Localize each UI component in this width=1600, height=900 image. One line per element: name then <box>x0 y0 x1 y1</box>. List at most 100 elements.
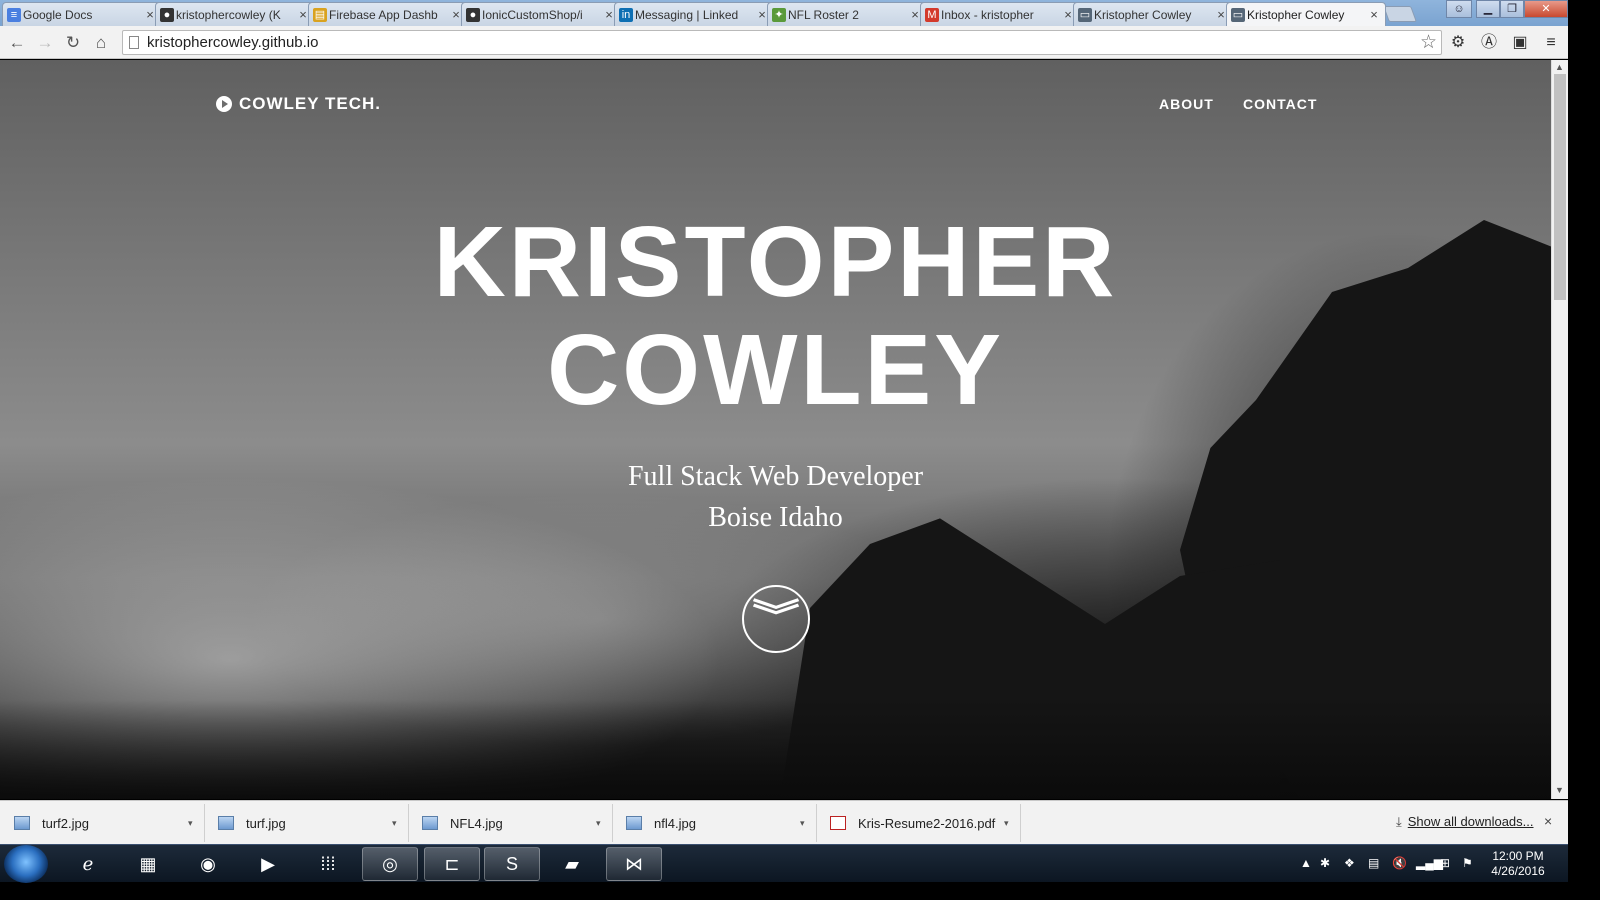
download-filename: nfl4.jpg <box>654 815 696 831</box>
download-menu-caret-icon[interactable]: ▾ <box>188 818 204 829</box>
show-all-downloads-link[interactable]: ⤓ Show all downloads... <box>1396 814 1534 830</box>
angular-extension-icon[interactable]: Ⓐ <box>1478 32 1500 54</box>
windows-flag-icon[interactable]: ⊞ <box>1440 856 1450 870</box>
browser-tab[interactable]: ● kristophercowley (K × <box>155 2 315 26</box>
pdf-file-icon <box>830 816 846 830</box>
puzzle-icon: ✦ <box>772 8 786 22</box>
tab-label: Messaging | Linked <box>635 7 739 22</box>
download-item[interactable]: Kris-Resume2-2016.pdf ▾ <box>818 804 1021 842</box>
forward-button[interactable]: → <box>34 32 56 54</box>
scroll-up-arrow-icon[interactable]: ▲ <box>1555 62 1564 72</box>
address-bar[interactable]: kristophercowley.github.io ☆ <box>122 30 1442 55</box>
image-file-icon <box>218 816 234 830</box>
menu-icon[interactable]: ≡ <box>1540 32 1562 54</box>
hero-name-line2: COWLEY <box>547 314 1004 426</box>
download-item[interactable]: nfl4.jpg ▾ <box>614 804 817 842</box>
media-player-icon[interactable]: ▶ <box>240 847 296 881</box>
firefox-icon[interactable]: ◉ <box>180 847 236 881</box>
download-menu-caret-icon[interactable]: ▾ <box>800 818 816 829</box>
nav-about-link[interactable]: ABOUT <box>1159 96 1214 112</box>
download-shelf: turf2.jpg ▾ turf.jpg ▾ NFL4.jpg ▾ nfl4.jpg ▾ Kri… <box>0 800 1568 844</box>
tab-label: kristophercowley (K <box>176 7 281 22</box>
download-menu-caret-icon[interactable]: ▾ <box>596 818 612 829</box>
scrollbar-thumb[interactable] <box>1554 74 1566 300</box>
file-explorer-icon[interactable]: ▦ <box>120 847 176 881</box>
double-chevron-down-icon: ︾ <box>752 598 800 636</box>
close-download-shelf-icon[interactable]: × <box>1544 813 1552 829</box>
download-item[interactable]: turf.jpg ▾ <box>206 804 409 842</box>
home-button[interactable]: ⌂ <box>90 32 112 54</box>
download-item[interactable]: NFL4.jpg ▾ <box>410 804 613 842</box>
laptop-icon: ▭ <box>1231 8 1245 22</box>
browser-tab[interactable]: ● IonicCustomShop/i × <box>461 2 621 26</box>
page-viewport: COWLEY TECH. ABOUT CONTACT KRISTOPHER CO… <box>0 60 1551 799</box>
visual-studio-code-icon[interactable]: ⋈ <box>606 847 662 881</box>
tab-close-icon[interactable]: × <box>1367 7 1381 22</box>
download-menu-caret-icon[interactable]: ▾ <box>392 818 408 829</box>
show-all-downloads-label: Show all downloads... <box>1407 814 1534 829</box>
site-logo[interactable]: COWLEY TECH. <box>216 94 381 114</box>
download-item[interactable]: turf2.jpg ▾ <box>2 804 205 842</box>
bookmark-star-icon[interactable]: ☆ <box>1420 31 1437 54</box>
tray-app-icon[interactable]: ✱ <box>1320 856 1330 870</box>
image-file-icon <box>626 816 642 830</box>
extension-icon[interactable]: ▣ <box>1509 32 1531 54</box>
address-url[interactable]: kristophercowley.github.io <box>147 34 318 51</box>
close-window-button[interactable]: ✕ <box>1524 0 1568 18</box>
nav-contact-link[interactable]: CONTACT <box>1243 96 1317 112</box>
chrome-icon[interactable]: ◎ <box>362 847 418 881</box>
site-navbar: COWLEY TECH. ABOUT CONTACT <box>0 60 1551 150</box>
start-button[interactable] <box>4 845 48 883</box>
download-filename: turf.jpg <box>246 815 286 831</box>
browser-tab[interactable]: ▭ Kristopher Cowley × <box>1226 2 1386 26</box>
browser-tab[interactable]: ▤ Firebase App Dashb × <box>308 2 468 26</box>
internet-explorer-icon[interactable]: ℯ <box>60 847 116 881</box>
download-menu-caret-icon[interactable]: ▾ <box>1004 818 1020 829</box>
minimize-button[interactable]: ▁ <box>1476 0 1500 18</box>
browser-tab[interactable]: ▭ Kristopher Cowley × <box>1073 2 1233 26</box>
window-controls: ☺ ▁ ❐ ✕ <box>1446 0 1568 18</box>
github-icon: ● <box>160 8 174 22</box>
hero-name-line1: KRISTOPHER <box>433 206 1118 318</box>
docs-icon: ≡ <box>7 8 21 22</box>
hero-subtitle: Full Stack Web Developer Boise Idaho <box>0 456 1551 538</box>
windows-taskbar: ℯ ▦ ◉ ▶ ⁞⁞⁞ ◎ ⊏ S ▰ ⋈ ▲ ✱ ❖ ▤ 🔇 ▂▄▆ ⊞ ⚑ … <box>0 844 1568 883</box>
terminal-app-icon[interactable]: ⊏ <box>424 847 480 881</box>
browser-tab[interactable]: ≡ Google Docs × <box>2 2 162 26</box>
reload-button[interactable]: ↻ <box>62 32 84 54</box>
slack-icon[interactable]: S <box>484 847 540 881</box>
gear-icon[interactable]: ⚙ <box>1447 32 1469 54</box>
play-circle-icon <box>216 96 232 112</box>
browser-tab[interactable]: ✦ NFL Roster 2 × <box>767 2 927 26</box>
maximize-button[interactable]: ❐ <box>1500 0 1524 18</box>
action-center-flag-icon[interactable]: ⚑ <box>1462 856 1473 870</box>
gmail-icon: M <box>925 8 939 22</box>
scroll-down-arrow-icon[interactable]: ▼ <box>1555 785 1564 795</box>
vertical-scrollbar[interactable]: ▲ ▼ <box>1551 60 1568 799</box>
tray-dropbox-icon[interactable]: ❖ <box>1344 856 1355 870</box>
tray-device-icon[interactable]: ▤ <box>1368 856 1379 870</box>
tab-label: Kristopher Cowley <box>1094 7 1192 22</box>
new-tab-button[interactable] <box>1383 6 1417 22</box>
volume-muted-icon[interactable]: 🔇 <box>1392 856 1407 870</box>
tab-label: Firebase App Dashb <box>329 7 438 22</box>
browser-tab-strip: ≡ Google Docs × ● kristophercowley (K × ▤ Fireb… <box>0 0 1568 26</box>
browser-tab[interactable]: in Messaging | Linked × <box>614 2 774 26</box>
firebase-icon: ▤ <box>313 8 327 22</box>
network-signal-icon[interactable]: ▂▄▆ <box>1416 856 1443 870</box>
folder-icon[interactable]: ▰ <box>544 847 600 881</box>
browser-tab[interactable]: M Inbox - kristopher × <box>920 2 1080 26</box>
scroll-down-button[interactable]: ︾ <box>742 585 810 653</box>
tray-expand-icon[interactable]: ▲ <box>1300 856 1312 870</box>
tab-label: Inbox - kristopher <box>941 7 1034 22</box>
hero-name: KRISTOPHER COWLEY <box>0 208 1551 424</box>
user-profile-icon[interactable]: ☺ <box>1446 0 1472 18</box>
apps-grid-icon[interactable]: ⁞⁞⁞ <box>300 847 356 881</box>
clock-time: 12:00 PM <box>1492 849 1544 863</box>
hero-location: Boise Idaho <box>708 502 843 533</box>
system-clock[interactable]: 12:00 PM 4/26/2016 <box>1484 849 1552 879</box>
browser-toolbar: ← → ↻ ⌂ kristophercowley.github.io ☆ ⚙ Ⓐ… <box>0 26 1568 59</box>
back-button[interactable]: ← <box>6 32 28 54</box>
tab-label: NFL Roster 2 <box>788 7 859 22</box>
page-icon <box>129 36 139 49</box>
